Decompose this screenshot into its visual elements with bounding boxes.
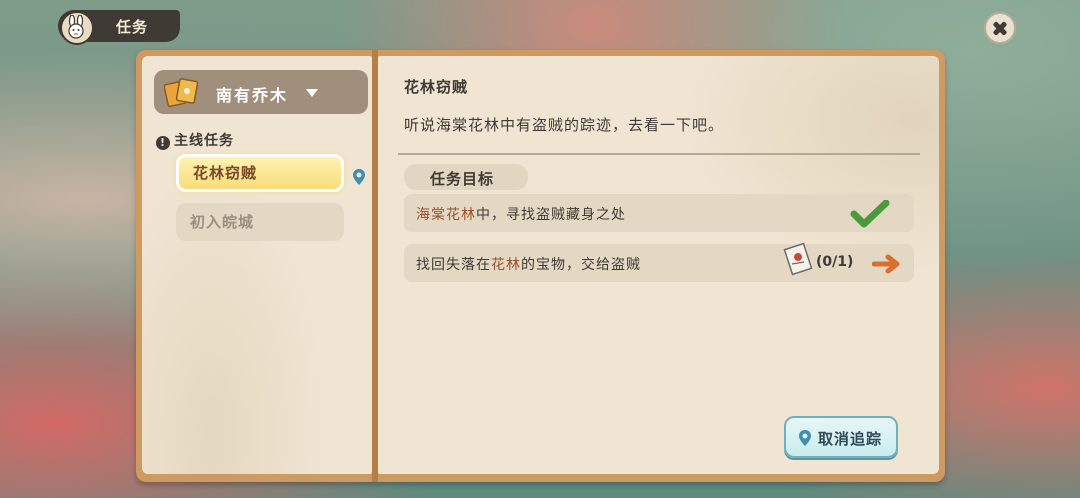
objective-text: 海棠花林中，寻找盗贼藏身之处 [416,207,626,223]
quest-list-page: 南有乔木 ! 主线任务 花林窃贼 初入皖城 [142,56,372,474]
objective-row: 海棠花林中，寻找盗贼藏身之处 [404,194,914,232]
arrow-right-icon[interactable] [872,254,902,274]
main-quest-category: ! 主线任务 [156,130,234,150]
region-label: 南有乔木 [216,86,289,105]
scroll-item-icon [783,242,813,276]
alert-icon: ! [156,136,170,150]
cancel-track-button[interactable]: 取消追踪 [784,416,898,458]
objective-progress: (0/1) [816,254,854,270]
chevron-down-icon [306,89,318,97]
close-button[interactable] [984,12,1016,44]
divider [398,153,920,155]
cards-icon [164,78,199,107]
objective-text: 找回失落在花林的宝物，交给盗贼 [416,257,641,273]
check-icon [850,200,890,228]
quest-detail-page: 花林窃贼 听说海棠花林中有盗贼的踪迹，去看一下吧。 任务目标 海棠花林中，寻找盗… [378,56,939,474]
rabbit-icon [60,11,94,45]
quest-item-active[interactable]: 花林窃贼 [176,154,344,192]
quest-description: 听说海棠花林中有盗贼的踪迹，去看一下吧。 [404,116,725,134]
region-dropdown[interactable]: 南有乔木 [154,70,368,114]
location-pin-icon [799,430,811,446]
objectives-header-label: 任务目标 [430,170,495,188]
objectives-header: 任务目标 [404,164,528,190]
quest-book: 南有乔木 ! 主线任务 花林窃贼 初入皖城 花林窃贼 听说海棠花林中有盗贼的踪迹，… [136,50,945,482]
quest-item-inactive[interactable]: 初入皖城 [176,203,344,241]
quest-title: 花林窃贼 [404,78,469,96]
cancel-track-label: 取消追踪 [818,430,883,448]
page-title: 任务 [116,18,149,36]
location-pin-icon [353,169,365,185]
category-label: 主线任务 [174,133,234,149]
title-tag: 任务 [58,10,180,45]
objective-row[interactable]: 找回失落在花林的宝物，交给盗贼 (0/1) [404,242,914,282]
